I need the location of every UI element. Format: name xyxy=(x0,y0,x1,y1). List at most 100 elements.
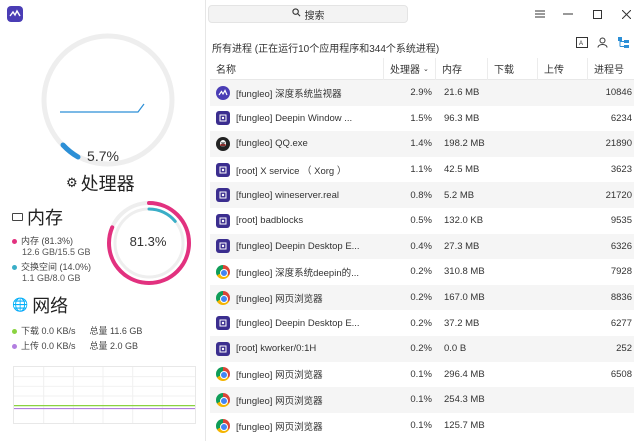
deepin-app-icon xyxy=(216,162,230,177)
table-row[interactable]: [fungleo] 网页浏览器 0.1% 254.3 MB xyxy=(210,387,634,413)
user-view-icon[interactable] xyxy=(596,36,609,49)
process-memory: 0.0 B xyxy=(444,343,467,355)
process-download xyxy=(488,285,538,311)
process-cpu: 0.1% xyxy=(410,394,432,406)
process-name: [fungleo] wineserver.real xyxy=(236,189,339,201)
process-download xyxy=(488,387,538,413)
memory-dot xyxy=(12,239,17,244)
table-row[interactable]: [fungleo] 深度系统deepin的... 0.2% 310.8 MB 7… xyxy=(210,259,634,285)
chrome-icon xyxy=(216,418,230,433)
process-memory: 42.5 MB xyxy=(444,164,480,176)
process-download xyxy=(488,413,538,439)
cpu-usage-line xyxy=(60,103,145,113)
table-row[interactable]: [fungleo] Deepin Desktop E... 0.2% 37.2 … xyxy=(210,310,634,336)
memory-percent: 81.3% xyxy=(129,234,167,249)
deepin-app-icon xyxy=(216,341,230,356)
search-placeholder: 搜索 xyxy=(304,10,325,22)
table-row[interactable]: [fungleo] Deepin Desktop E... 0.4% 27.3 … xyxy=(210,233,634,260)
tree-view-icon[interactable] xyxy=(617,36,630,49)
process-pid: 6277 xyxy=(610,317,632,329)
process-name: [fungleo] Deepin Desktop E... xyxy=(236,317,360,329)
table-row[interactable]: [fungleo] 深度系统监视器 2.9% 21.6 MB 10846 xyxy=(210,80,634,106)
table-row[interactable]: [fungleo] wineserver.real 0.8% 5.2 MB 21… xyxy=(210,182,634,208)
process-name-cell: [fungleo] wineserver.real xyxy=(210,182,384,208)
process-upload xyxy=(538,413,588,439)
process-name-cell: [fungleo] Deepin Desktop E... xyxy=(210,234,384,260)
process-memory: 5.2 MB xyxy=(444,189,475,201)
cpu-percent: 5.7% xyxy=(87,148,119,164)
cpu-title: ⚙ 处理器 xyxy=(66,170,135,196)
process-pid: 8836 xyxy=(610,292,632,304)
process-name-cell: [fungleo] 网页浏览器 xyxy=(210,362,384,388)
process-memory: 167.0 MB xyxy=(444,292,485,304)
download-rate: 下载 0.0 KB/s xyxy=(21,326,76,336)
table-row[interactable]: [fungleo] 网页浏览器 0.1% 125.7 MB xyxy=(210,413,634,439)
process-cpu: 0.8% xyxy=(410,189,432,201)
chrome-icon xyxy=(216,392,230,407)
column-name[interactable]: 名称 xyxy=(210,57,384,80)
process-upload xyxy=(538,208,588,234)
process-name: [fungleo] 网页浏览器 xyxy=(236,293,323,305)
search-input[interactable]: 搜索 xyxy=(208,5,408,23)
table-row[interactable]: [fungleo] 网页浏览器 0.1% 296.4 MB 6508 xyxy=(210,362,634,388)
process-name-cell: [fungleo] 网页浏览器 xyxy=(210,285,384,311)
process-download xyxy=(488,208,538,234)
process-cpu: 0.4% xyxy=(410,240,432,252)
column-upload[interactable]: 上传 xyxy=(538,57,588,80)
process-name: [fungleo] 网页浏览器 xyxy=(236,370,323,382)
process-upload xyxy=(538,131,588,157)
process-name: [fungleo] Deepin Window ... xyxy=(236,112,353,124)
chrome-icon xyxy=(216,367,230,382)
deepin-app-icon xyxy=(216,111,230,126)
process-pid: 21890 xyxy=(605,138,632,150)
process-pid: 7928 xyxy=(610,266,632,278)
app-view-icon[interactable]: A xyxy=(575,36,588,49)
table-row[interactable]: [fungleo] 网页浏览器 0.2% 167.0 MB 8836 xyxy=(210,284,634,311)
table-row[interactable]: [root] X service （ Xorg ） 1.1% 42.5 MB 3… xyxy=(210,157,634,183)
minimize-icon[interactable] xyxy=(560,6,576,22)
process-memory: 254.3 MB xyxy=(444,394,485,406)
process-name: [fungleo] 深度系统deepin的... xyxy=(236,267,360,279)
process-cpu: 0.2% xyxy=(410,266,432,278)
process-cpu: 0.2% xyxy=(410,292,432,304)
menu-icon[interactable] xyxy=(532,6,548,22)
process-download xyxy=(488,80,538,106)
close-icon[interactable] xyxy=(618,6,634,22)
process-pid xyxy=(588,413,634,439)
maximize-icon[interactable] xyxy=(589,6,605,22)
column-pid[interactable]: 进程号 xyxy=(588,58,634,80)
process-name-cell: [fungleo] 深度系统监视器 xyxy=(210,80,384,106)
table-row[interactable]: [root] badblocks 0.5% 132.0 KB 9535 xyxy=(210,208,634,234)
table-row[interactable]: [fungleo] Deepin Window ... 1.5% 96.3 MB… xyxy=(210,106,634,132)
process-name-cell: [fungleo] 网页浏览器 xyxy=(210,387,384,413)
process-name: [root] badblocks xyxy=(236,215,304,227)
column-download[interactable]: 下载 xyxy=(488,57,538,80)
process-cpu: 1.4% xyxy=(410,138,432,150)
process-upload xyxy=(538,157,588,183)
swap-dot xyxy=(12,265,17,270)
table-row[interactable]: [root] kworker/0:1H 0.2% 0.0 B 252 xyxy=(210,335,634,362)
chrome-icon xyxy=(216,264,230,279)
process-cpu: 0.1% xyxy=(410,368,432,380)
deepin-monitor-icon[interactable] xyxy=(7,6,23,22)
memory-title: 内存 xyxy=(12,204,63,230)
download-total: 总量 11.6 GB xyxy=(89,326,143,336)
search-icon xyxy=(291,8,301,20)
process-name-cell: [fungleo] Deepin Desktop E... xyxy=(210,310,384,336)
process-name-cell: [fungleo] Deepin Window ... xyxy=(210,106,384,132)
table-row[interactable]: [fungleo] QQ.exe 1.4% 198.2 MB 21890 xyxy=(210,131,634,157)
process-download xyxy=(488,182,538,208)
deepin-app-icon xyxy=(216,316,230,331)
column-memory[interactable]: 内存 xyxy=(436,57,488,80)
process-upload xyxy=(538,182,588,208)
process-download xyxy=(488,234,538,260)
process-memory: 310.8 MB xyxy=(444,266,485,278)
process-pid: 252 xyxy=(616,343,632,355)
right-panel: 搜索 所有进程 (正在运行10个应用程序和344个系统进程) A 名称 处理器 ⌄… xyxy=(206,0,640,441)
process-download xyxy=(488,131,538,157)
process-download xyxy=(488,362,538,388)
globe-icon: 🌐 xyxy=(12,297,29,312)
process-name: [root] X service （ Xorg ） xyxy=(236,165,347,177)
column-cpu[interactable]: 处理器 ⌄ xyxy=(384,57,436,80)
swap-label: 交换空间 (14.0%) xyxy=(21,262,92,272)
